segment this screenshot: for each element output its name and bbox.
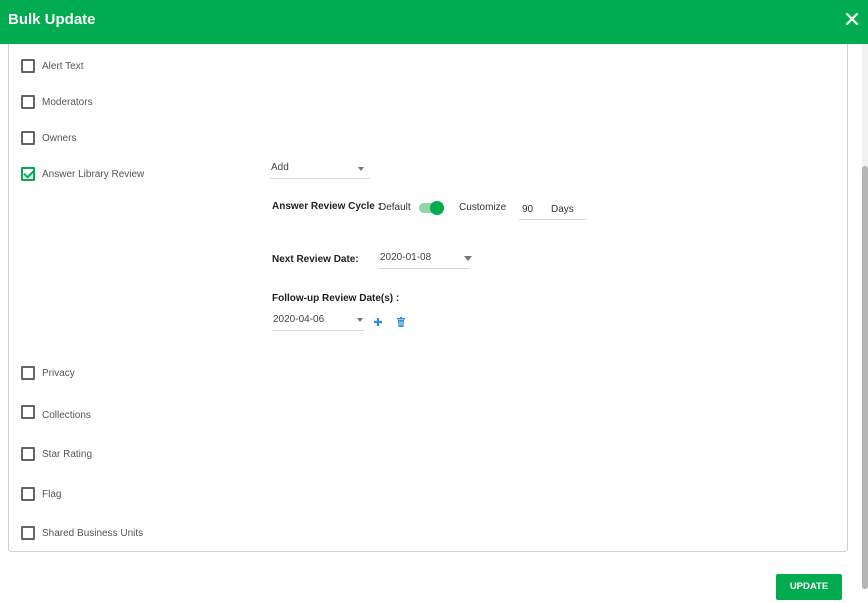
option-label: Moderators [42,96,93,108]
option-label: Collections [42,409,91,421]
option-privacy[interactable]: Privacy [21,366,75,380]
checkbox[interactable] [21,487,35,501]
review-cycle-toggle[interactable] [419,201,444,215]
option-collections[interactable]: Collections [21,405,91,421]
scrollbar[interactable] [862,44,868,589]
option-label: Shared Business Units [42,527,144,539]
option-label: Answer Library Review [42,168,145,180]
checkbox[interactable] [21,95,35,109]
followup-review-label: Follow-up Review Date(s) : [272,293,400,304]
option-label: Flag [42,488,62,500]
customize-days-value[interactable]: 90 [522,204,533,215]
option-answer-library-review[interactable]: Answer Library Review [21,167,144,181]
customize-label: Customize [459,202,507,213]
dialog-header: Bulk Update [0,0,868,44]
dialog-title: Bulk Update [8,11,96,28]
checkbox[interactable] [21,59,35,73]
option-flag[interactable]: Flag [21,487,61,501]
option-alert-text[interactable]: Alert Text [21,59,84,73]
option-owners[interactable]: Owners [21,131,76,145]
followup-date-value: 2020-04-06 [273,314,325,325]
chevron-down-icon [358,167,364,171]
scrollbar-thumb[interactable] [862,166,868,589]
option-label: Owners [42,132,77,144]
days-unit-label: Days [551,204,574,215]
option-label: Privacy [42,367,75,379]
options-panel [8,44,848,552]
update-button[interactable]: UPDATE [776,574,842,600]
checkbox[interactable] [21,526,35,540]
checkbox[interactable] [21,366,35,380]
action-select[interactable]: Add [270,160,370,179]
checkbox-checked[interactable] [21,167,35,181]
add-date-icon[interactable] [373,317,383,327]
chevron-down-icon [357,318,363,322]
option-label: Alert Text [42,60,84,72]
next-review-date-label: Next Review Date: [272,254,359,265]
customize-days-field[interactable]: 90 Days [519,200,586,220]
chevron-down-icon [464,256,472,261]
trash-icon[interactable] [396,317,406,327]
action-select-value: Add [271,162,289,173]
followup-date-picker[interactable]: 2020-04-06 [272,311,364,331]
close-icon[interactable] [844,11,860,27]
review-cycle-label: Answer Review Cycle : [272,201,381,212]
option-label: Star Rating [42,448,93,460]
next-review-date-picker[interactable]: 2020-01-08 [378,250,472,269]
checkbox[interactable] [21,447,35,461]
option-star-rating[interactable]: Star Rating [21,447,92,461]
option-shared-business-units[interactable]: Shared Business Units [21,526,143,540]
checkbox[interactable] [21,131,35,145]
next-review-date-value: 2020-01-08 [380,252,432,263]
toggle-knob [430,201,444,215]
option-moderators[interactable]: Moderators [21,95,93,109]
default-label: Default [379,202,411,213]
checkbox[interactable] [21,405,35,419]
